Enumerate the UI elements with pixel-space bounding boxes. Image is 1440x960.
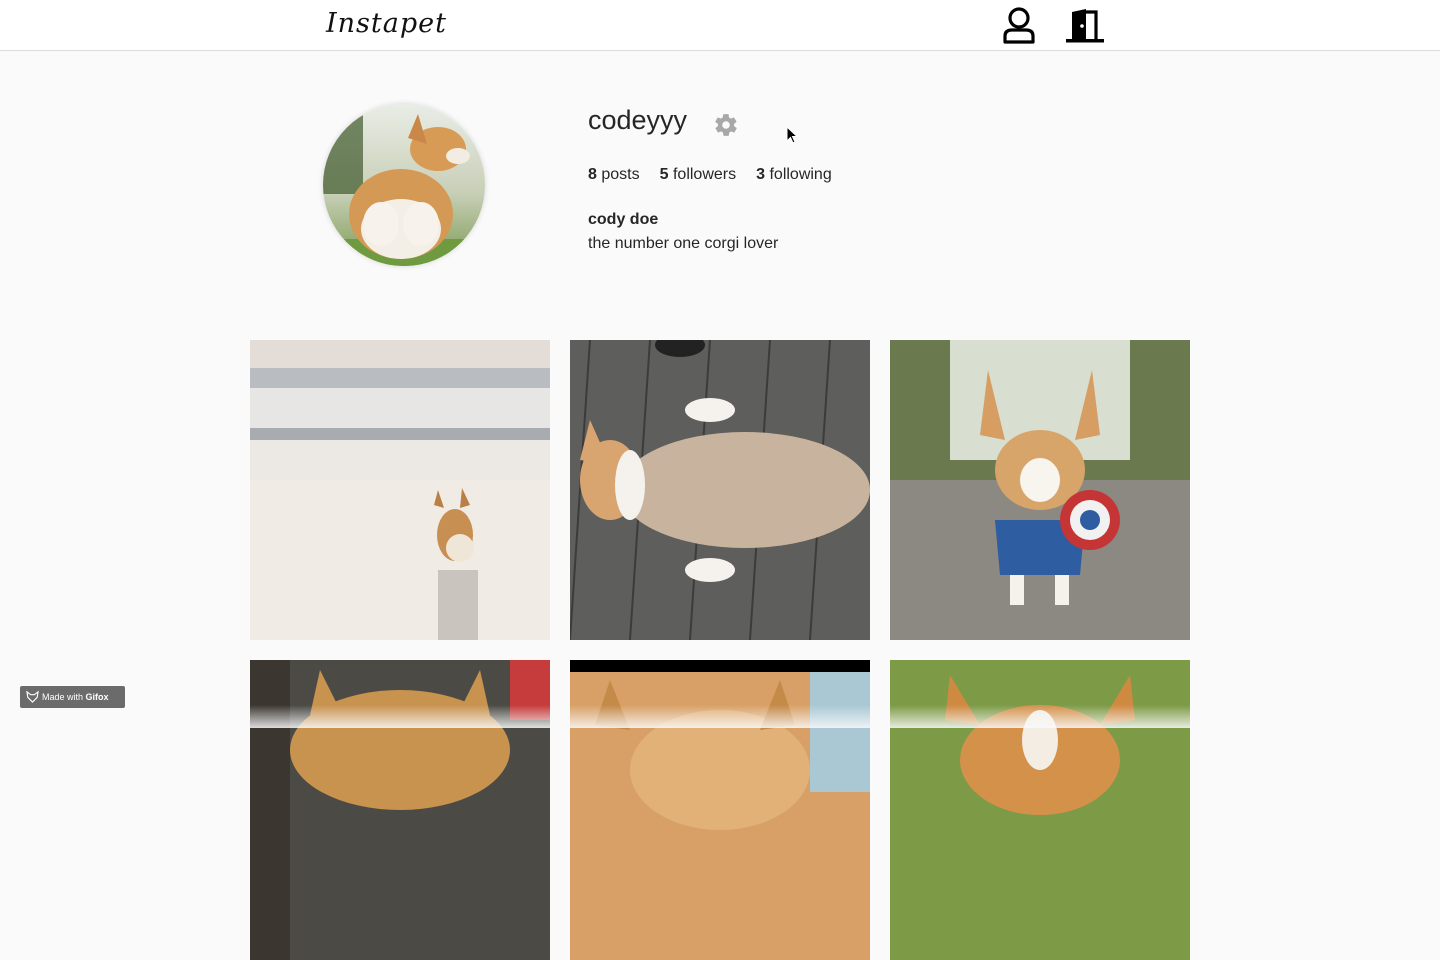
watermark-prefix: Made with	[42, 692, 86, 702]
logout-button[interactable]	[1064, 6, 1104, 46]
profile-username: codeyyy	[588, 105, 688, 135]
profile-bio: the number one corgi lover	[588, 235, 779, 252]
bottom-fade	[0, 705, 1440, 728]
top-navbar: Instapet	[0, 0, 1440, 51]
gear-icon[interactable]	[713, 112, 739, 138]
fox-icon	[26, 690, 39, 703]
post-thumbnail[interactable]	[570, 340, 870, 640]
post-thumbnail[interactable]	[890, 340, 1190, 640]
user-icon	[1003, 7, 1035, 44]
watermark-brand: Gifox	[85, 692, 109, 702]
post-thumbnail[interactable]	[250, 340, 550, 640]
profile-avatar	[323, 104, 485, 266]
gifox-watermark: Made with Gifox	[20, 686, 125, 708]
logo-text: Instapet	[326, 8, 447, 39]
profile-stats: 8 posts 5 followers 3 following	[588, 165, 832, 185]
profile-nav-button[interactable]	[1000, 6, 1038, 46]
profile-full-name: cody doe	[588, 211, 659, 228]
mouse-cursor-icon	[786, 126, 798, 144]
followers-stat[interactable]: 5 followers	[660, 165, 737, 185]
door-exit-icon	[1066, 9, 1104, 43]
following-stat[interactable]: 3 following	[756, 165, 832, 185]
instapet-logo[interactable]: Instapet	[326, 6, 447, 42]
posts-stat[interactable]: 8 posts	[588, 165, 640, 185]
